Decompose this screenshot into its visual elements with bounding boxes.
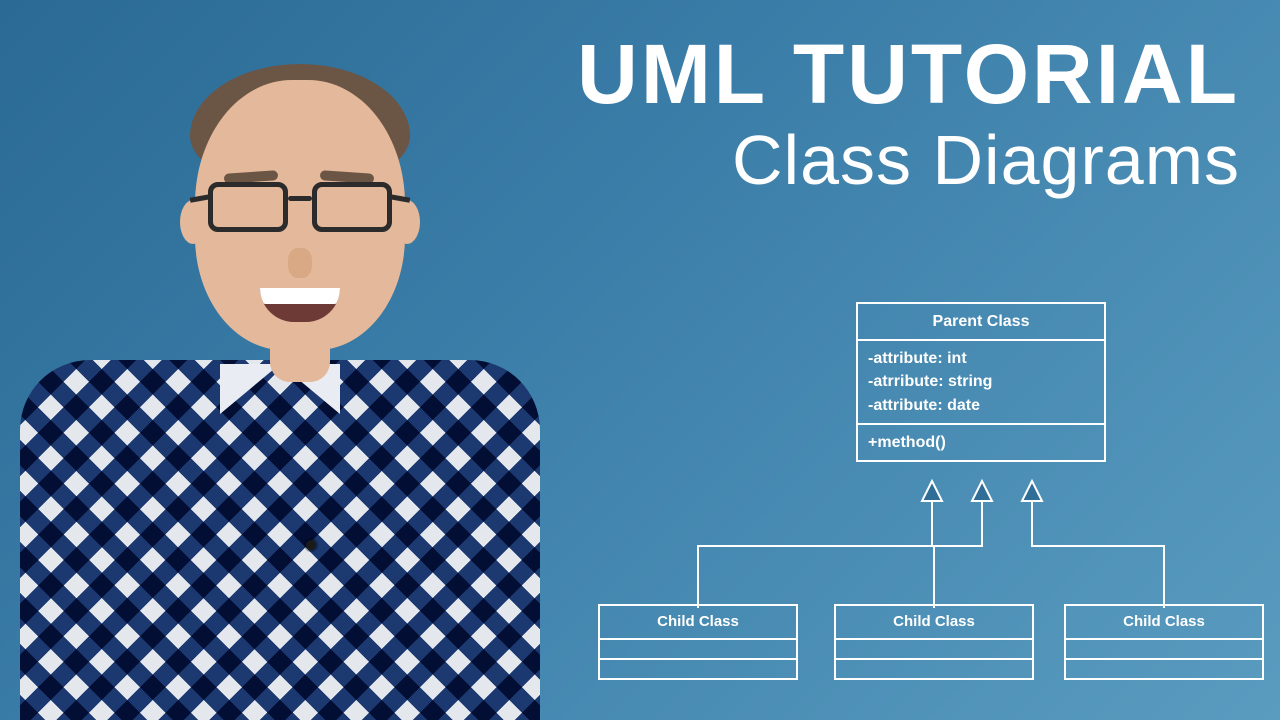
uml-class-diagram: Parent Class -attribute: int -atrribute:… — [534, 296, 1254, 696]
presenter-ear-left — [180, 200, 206, 244]
glasses-icon — [208, 182, 392, 238]
uml-child-class-2: Child Class — [834, 604, 1034, 680]
uml-parent-class: Parent Class -attribute: int -atrribute:… — [856, 302, 1106, 462]
presenter-shirt — [20, 360, 540, 720]
inheritance-arrow-icon — [972, 481, 992, 501]
uml-class-attributes: -attribute: int -atrribute: string -attr… — [858, 339, 1104, 423]
uml-child-class-3: Child Class — [1064, 604, 1264, 680]
inheritance-arrow-icon — [1022, 481, 1042, 501]
uml-child-class-1: Child Class — [598, 604, 798, 680]
presenter-figure — [0, 40, 560, 720]
presenter-brow-right — [320, 170, 375, 184]
microphone-icon — [306, 540, 316, 550]
uml-class-name: Child Class — [1066, 606, 1262, 638]
uml-class-name: Parent Class — [858, 304, 1104, 339]
presenter-nose — [288, 248, 312, 278]
presenter-collar — [220, 364, 340, 414]
inheritance-arrow-icon — [922, 481, 942, 501]
page-subtitle: Class Diagrams — [577, 120, 1240, 200]
presenter-hair — [190, 64, 410, 184]
presenter-brow-left — [224, 170, 279, 184]
uml-class-name: Child Class — [600, 606, 796, 638]
uml-class-name: Child Class — [836, 606, 1032, 638]
title-block: UML TUTORIAL Class Diagrams — [577, 30, 1240, 200]
presenter-ear-right — [394, 200, 420, 244]
uml-class-methods: +method() — [858, 423, 1104, 460]
page-title: UML TUTORIAL — [577, 30, 1240, 118]
presenter-head — [195, 80, 405, 350]
presenter-mouth — [260, 288, 340, 322]
